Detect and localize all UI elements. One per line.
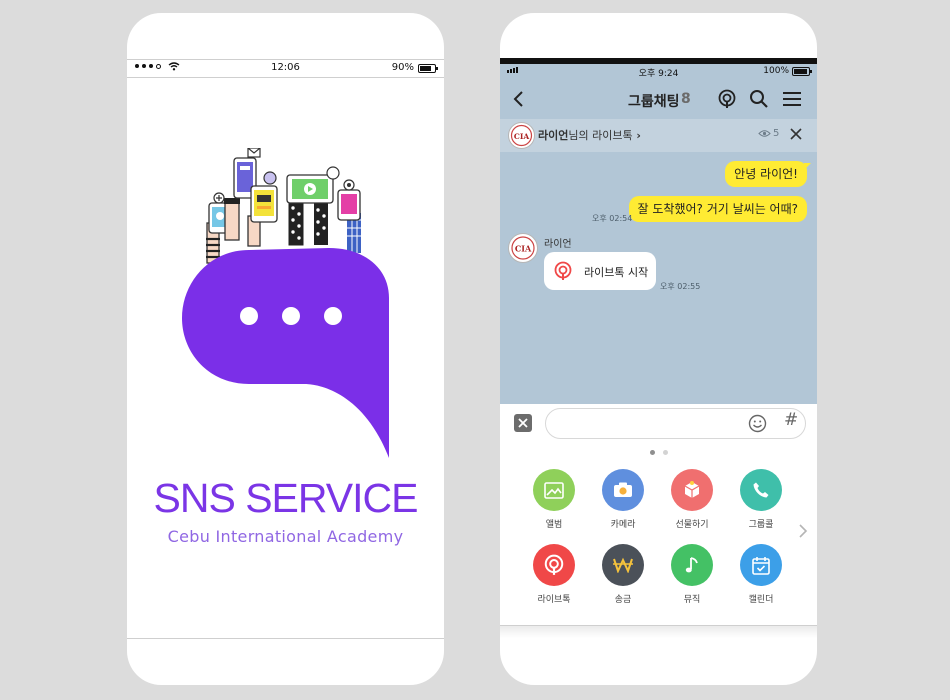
menu-music[interactable]: 뮤직 (662, 544, 722, 605)
svg-text:CIA: CIA (515, 244, 532, 254)
close-icon[interactable] (790, 128, 802, 140)
live-talk-icon (554, 261, 572, 280)
menu-label: 라이브톡 (537, 595, 571, 605)
page-dot[interactable] (663, 450, 668, 455)
svg-text:CIA: CIA (514, 132, 529, 141)
menu-label: 카메라 (610, 520, 636, 530)
arm-4 (286, 174, 334, 246)
message-time: 오후 02:54 (592, 214, 633, 223)
calendar-icon (740, 544, 782, 586)
menu-album[interactable]: 앨범 (524, 469, 584, 530)
speech-bubble-shape (182, 248, 389, 458)
menu-label: 그룹콜 (748, 520, 774, 530)
menu-live-talk[interactable]: 라이브톡 (524, 544, 584, 605)
close-icon (518, 418, 528, 428)
phone-icon (740, 469, 782, 511)
app-subtitle: Cebu International Academy (167, 527, 404, 546)
battery-icon (418, 64, 438, 73)
hashtag-icon[interactable]: # (784, 410, 798, 430)
divider (127, 77, 444, 78)
album-icon (533, 469, 575, 511)
avatar: CIA (508, 122, 535, 149)
gift-icon (671, 469, 713, 511)
music-icon (671, 544, 713, 586)
chat-title: 그룹채팅 (628, 94, 680, 110)
avatar: CIA (508, 233, 538, 263)
menu-label: 뮤직 (683, 595, 701, 605)
live-talk-message-text: 라이브톡 시작 (584, 266, 649, 279)
battery-icon (792, 67, 812, 76)
splash-phone: 12:06 90% SNS SERVICE Cebu International… (127, 13, 444, 685)
status-bar: 12:06 90% (127, 60, 444, 77)
close-menu-button[interactable] (514, 414, 532, 432)
emoticon-icon[interactable] (748, 414, 767, 433)
live-banner-title: 라이언님의 라이브톡 › (538, 129, 641, 142)
menu-gift[interactable]: 선물하기 (662, 469, 722, 530)
input-bar: # (500, 404, 817, 450)
won-icon (602, 544, 644, 586)
page-dot[interactable] (650, 450, 655, 455)
sent-message: 안녕 라이언! (725, 161, 811, 187)
search-icon[interactable] (749, 89, 769, 109)
battery-percent: 100% (763, 66, 789, 76)
menu-label: 앨범 (545, 520, 563, 530)
member-count: 8 (681, 91, 691, 107)
menu-label: 선물하기 (675, 520, 709, 530)
viewer-count: 5 (758, 128, 779, 139)
divider (127, 638, 444, 639)
arm-3 (247, 185, 278, 247)
camera-icon (602, 469, 644, 511)
menu-camera[interactable]: 카메라 (593, 469, 653, 530)
message-time: 오후 02:55 (660, 282, 701, 291)
menu-group-call[interactable]: 그룹콜 (731, 469, 791, 530)
sent-message: 잘 도착했어? 거기 날씨는 어때? (628, 196, 807, 222)
live-talk-message[interactable]: 라이브톡 시작 (544, 252, 656, 290)
live-talk-icon[interactable] (717, 89, 737, 109)
menu-label: 송금 (614, 595, 632, 605)
live-talk-icon (533, 544, 575, 586)
battery-percent: 90% (391, 62, 414, 73)
menu-label: 캘린더 (748, 595, 774, 605)
live-banner[interactable]: CIA 라이언님의 라이브톡 › 5 (500, 119, 817, 152)
eye-icon (758, 130, 771, 137)
bottom-edge (500, 625, 817, 638)
divider (500, 625, 817, 626)
chevron-right-icon[interactable] (798, 523, 808, 539)
hamburger-menu-icon[interactable] (782, 89, 802, 109)
menu-transfer[interactable]: 송금 (593, 544, 653, 605)
sender-name: 라이언 (544, 239, 572, 250)
chat-header: 그룹채팅 8 (500, 83, 817, 117)
chat-phone: 오후 9:24 100% 그룹채팅 8 CIA 라이언님의 라이브톡 › 5 안… (500, 13, 817, 685)
status-bar: 오후 9:24 100% (500, 64, 817, 79)
app-title: SNS SERVICE (153, 475, 419, 521)
sns-logo-illustration (182, 148, 389, 458)
menu-calendar[interactable]: 캘린더 (731, 544, 791, 605)
arm-5 (337, 189, 361, 253)
chevron-left-icon[interactable] (512, 89, 526, 109)
menu-pager (650, 450, 668, 455)
